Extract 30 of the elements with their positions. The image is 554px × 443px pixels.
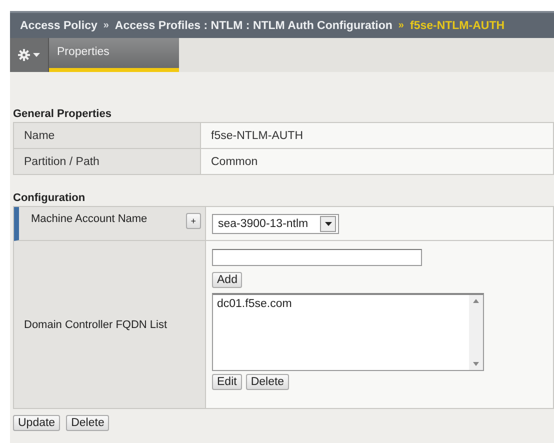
machine-account-dropdown[interactable]: sea-3900-13-ntlm bbox=[212, 214, 340, 234]
caret-icon bbox=[324, 222, 332, 226]
field-label: Machine Account Name bbox=[31, 213, 148, 225]
gear-icon bbox=[18, 49, 30, 61]
field-label: Domain Controller FQDN List bbox=[24, 318, 168, 330]
add-button[interactable]: Add bbox=[212, 272, 242, 288]
add-button[interactable]: + bbox=[186, 213, 201, 229]
delete-button[interactable]: Delete bbox=[246, 374, 290, 390]
fqdn-list[interactable]: dc01.f5se.com bbox=[212, 293, 484, 371]
scroll-down-icon[interactable] bbox=[473, 362, 479, 366]
breadcrumb-separator: » bbox=[103, 20, 109, 31]
input-field[interactable] bbox=[212, 249, 422, 266]
breadcrumb-separator: » bbox=[398, 20, 404, 31]
caret-icon bbox=[33, 53, 40, 57]
field-value: Common bbox=[200, 148, 554, 174]
field-label: Name bbox=[14, 122, 200, 148]
list-item[interactable]: dc01.f5se.com bbox=[217, 298, 465, 310]
action-button[interactable]: Delete bbox=[66, 415, 110, 431]
breadcrumb-item[interactable]: Access Profiles : NTLM : NTLM Auth Configuration bbox=[114, 20, 392, 32]
breadcrumb-item: f5se-NTLM-AUTH bbox=[410, 20, 505, 32]
field-value: f5se-NTLM-AUTH bbox=[200, 122, 554, 148]
section-title: Configuration bbox=[13, 192, 86, 204]
action-button[interactable]: Update bbox=[13, 415, 60, 431]
scroll-up-icon[interactable] bbox=[473, 299, 479, 303]
settings-menu-button[interactable] bbox=[10, 38, 49, 72]
edit-button[interactable]: Edit bbox=[212, 374, 242, 390]
breadcrumb-item[interactable]: Access Policy bbox=[20, 20, 98, 32]
tab[interactable]: Properties bbox=[49, 38, 180, 72]
field-label: Partition / Path bbox=[14, 148, 200, 174]
section-title: General Properties bbox=[13, 108, 112, 120]
